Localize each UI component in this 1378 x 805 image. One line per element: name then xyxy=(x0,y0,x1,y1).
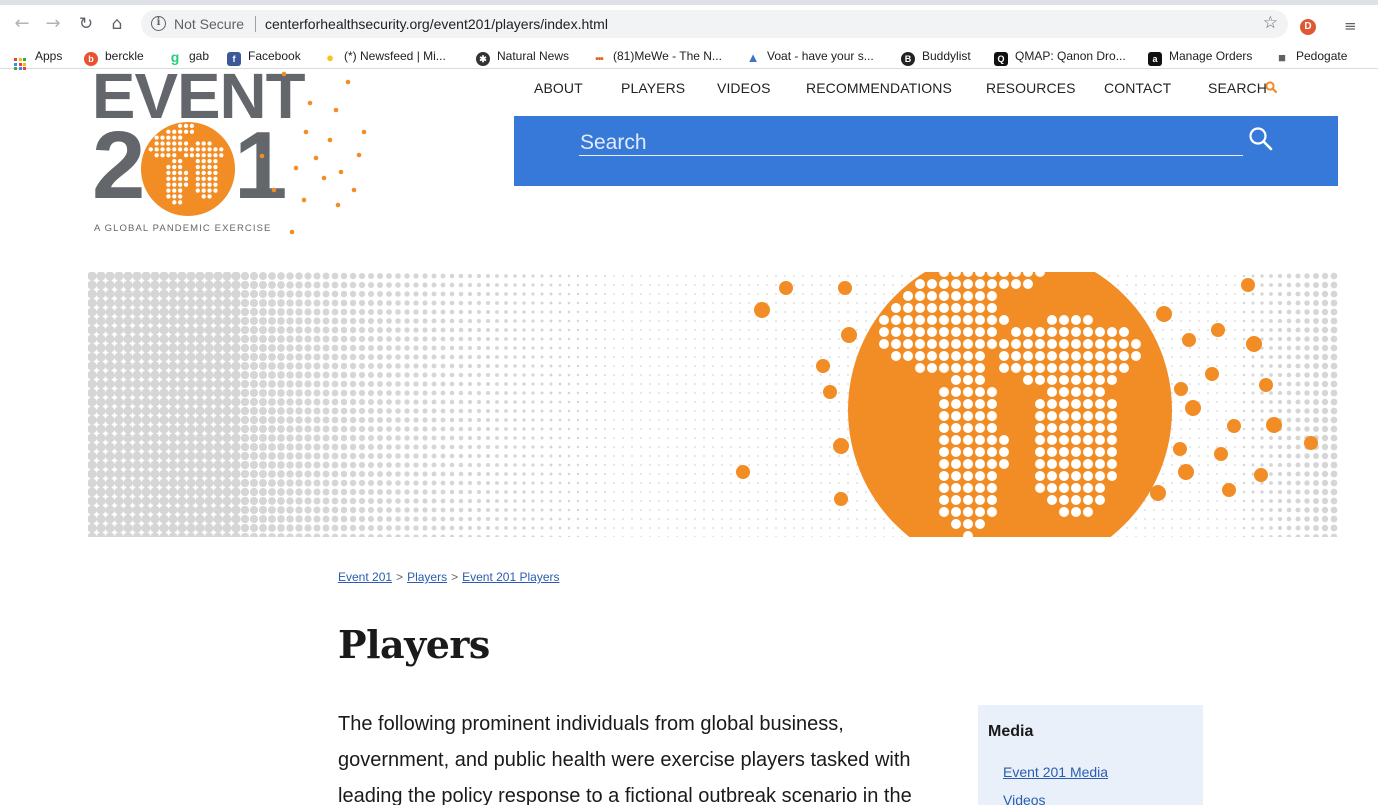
apps-grid-icon xyxy=(14,58,26,70)
favicon-berckle: b xyxy=(84,52,98,66)
bookmark-label: Apps xyxy=(35,49,63,63)
intro-paragraph: The following prominent individuals from… xyxy=(338,713,912,805)
logo-digit-left: 2 xyxy=(92,112,146,219)
breadcrumb-separator: > xyxy=(396,570,404,584)
home-icon[interactable]: ⌂ xyxy=(107,14,127,34)
bookmark-qmap[interactable]: Q QMAP: Qanon Dro... xyxy=(994,47,1126,66)
bookmark-label: Facebook xyxy=(248,49,301,63)
sidebar-link-event201-media[interactable]: Event 201 Media xyxy=(1003,764,1108,780)
favicon-gab: g xyxy=(168,50,182,64)
bookmark-label: (81)MeWe - The N... xyxy=(613,49,722,63)
forward-arrow-icon[interactable]: → xyxy=(43,14,63,34)
back-arrow-icon[interactable]: ← xyxy=(12,14,32,34)
bookmark-label: Natural News xyxy=(497,49,570,63)
favicon-amazon: a xyxy=(1148,52,1162,66)
bookmark-label: QMAP: Qanon Dro... xyxy=(1015,49,1126,63)
favicon-mewe: ••• xyxy=(592,53,606,67)
breadcrumb-link-event201-players[interactable]: Event 201 Players xyxy=(462,570,559,584)
search-submit-icon[interactable] xyxy=(1248,126,1274,152)
bookmark-buddylist[interactable]: B Buddylist xyxy=(901,47,971,66)
breadcrumb: Event 201 > Players > Event 201 Players xyxy=(338,570,559,584)
bookmark-pedogate[interactable]: ■ Pedogate xyxy=(1275,47,1347,65)
nav-videos[interactable]: VIDEOS xyxy=(717,80,771,96)
bookmark-label: Pedogate xyxy=(1296,49,1348,63)
page-title: Players xyxy=(338,622,490,667)
url-text[interactable]: centerforhealthsecurity.org/event201/pla… xyxy=(265,16,608,32)
sidebar-link-videos[interactable]: Videos xyxy=(1003,792,1046,805)
address-bar[interactable]: i Not Secure centerforhealthsecurity.org… xyxy=(141,10,1288,38)
bookmark-facebook[interactable]: f Facebook xyxy=(227,47,301,66)
bookmark-label: Manage Orders xyxy=(1169,49,1253,63)
bookmark-apps[interactable]: Apps xyxy=(14,47,63,70)
bookmarks-bar: Apps b berckle g gab f Facebook ● (*) Newsfe… xyxy=(0,43,1378,70)
search-icon[interactable] xyxy=(1265,81,1277,93)
bookmark-manage-orders[interactable]: a Manage Orders xyxy=(1148,47,1253,66)
bookmark-label: gab xyxy=(189,49,210,63)
search-input[interactable] xyxy=(579,130,1243,156)
breadcrumb-link-event201[interactable]: Event 201 xyxy=(338,570,392,584)
favicon-voat: ▲ xyxy=(746,50,760,65)
security-label[interactable]: Not Secure xyxy=(174,16,244,32)
breadcrumb-link-players[interactable]: Players xyxy=(407,570,447,584)
browser-toolbar: ← → ↻ ⌂ i Not Secure centerforhealthsecu… xyxy=(0,5,1378,43)
nav-recommendations[interactable]: RECOMMENDATIONS xyxy=(806,80,952,96)
sidebar-title: Media xyxy=(988,723,1034,740)
hero-banner-globe xyxy=(88,272,1338,537)
web-page: EVENT 2 1 A GLOBAL PANDEMIC EXERCISE ABO… xyxy=(0,70,1378,805)
bookmark-label: Voat - have your s... xyxy=(767,49,874,63)
favicon-facebook: f xyxy=(227,52,241,66)
bookmark-star-icon[interactable]: ☆ xyxy=(1263,13,1278,33)
media-control-icon[interactable]: ≡ xyxy=(1344,17,1357,35)
duckduckgo-extension-icon[interactable]: D xyxy=(1300,19,1316,35)
lightbulb-icon: ● xyxy=(323,51,337,65)
search-panel xyxy=(514,116,1338,186)
event201-logo[interactable]: EVENT 2 1 A GLOBAL PANDEMIC EXERCISE xyxy=(92,70,374,240)
bookmark-natural-news[interactable]: ✱ Natural News xyxy=(476,47,570,66)
nav-contact[interactable]: CONTACT xyxy=(1104,80,1171,96)
nav-resources[interactable]: RESOURCES xyxy=(986,80,1076,96)
bookmark-newsfeed[interactable]: ● (*) Newsfeed | Mi... xyxy=(323,47,446,65)
media-sidebar: Media Event 201 Media Videos xyxy=(978,705,1203,805)
nav-players[interactable]: PLAYERS xyxy=(621,80,685,96)
bookmark-gab[interactable]: g gab xyxy=(168,47,209,65)
folder-icon: ■ xyxy=(1275,51,1289,65)
logo-tagline: A GLOBAL PANDEMIC EXERCISE xyxy=(94,223,272,234)
bookmark-label: (*) Newsfeed | Mi... xyxy=(344,49,446,63)
bookmark-mewe[interactable]: ••• (81)MeWe - The N... xyxy=(592,47,722,67)
bookmark-berckle[interactable]: b berckle xyxy=(84,47,144,66)
globe-icon xyxy=(140,121,236,217)
info-icon[interactable]: i xyxy=(151,16,166,31)
favicon-qmap: Q xyxy=(994,52,1008,66)
address-separator xyxy=(255,16,256,32)
nav-search[interactable]: SEARCH xyxy=(1208,80,1267,96)
reload-icon[interactable]: ↻ xyxy=(76,14,96,34)
favicon-buddylist: B xyxy=(901,52,915,66)
nav-about[interactable]: ABOUT xyxy=(534,80,583,96)
logo-particles xyxy=(259,71,367,235)
bookmark-voat[interactable]: ▲ Voat - have your s... xyxy=(746,47,874,65)
bookmark-label: berckle xyxy=(105,49,144,63)
breadcrumb-separator: > xyxy=(451,570,459,584)
favicon-naturalnews: ✱ xyxy=(476,52,490,66)
bookmark-label: Buddylist xyxy=(922,49,971,63)
